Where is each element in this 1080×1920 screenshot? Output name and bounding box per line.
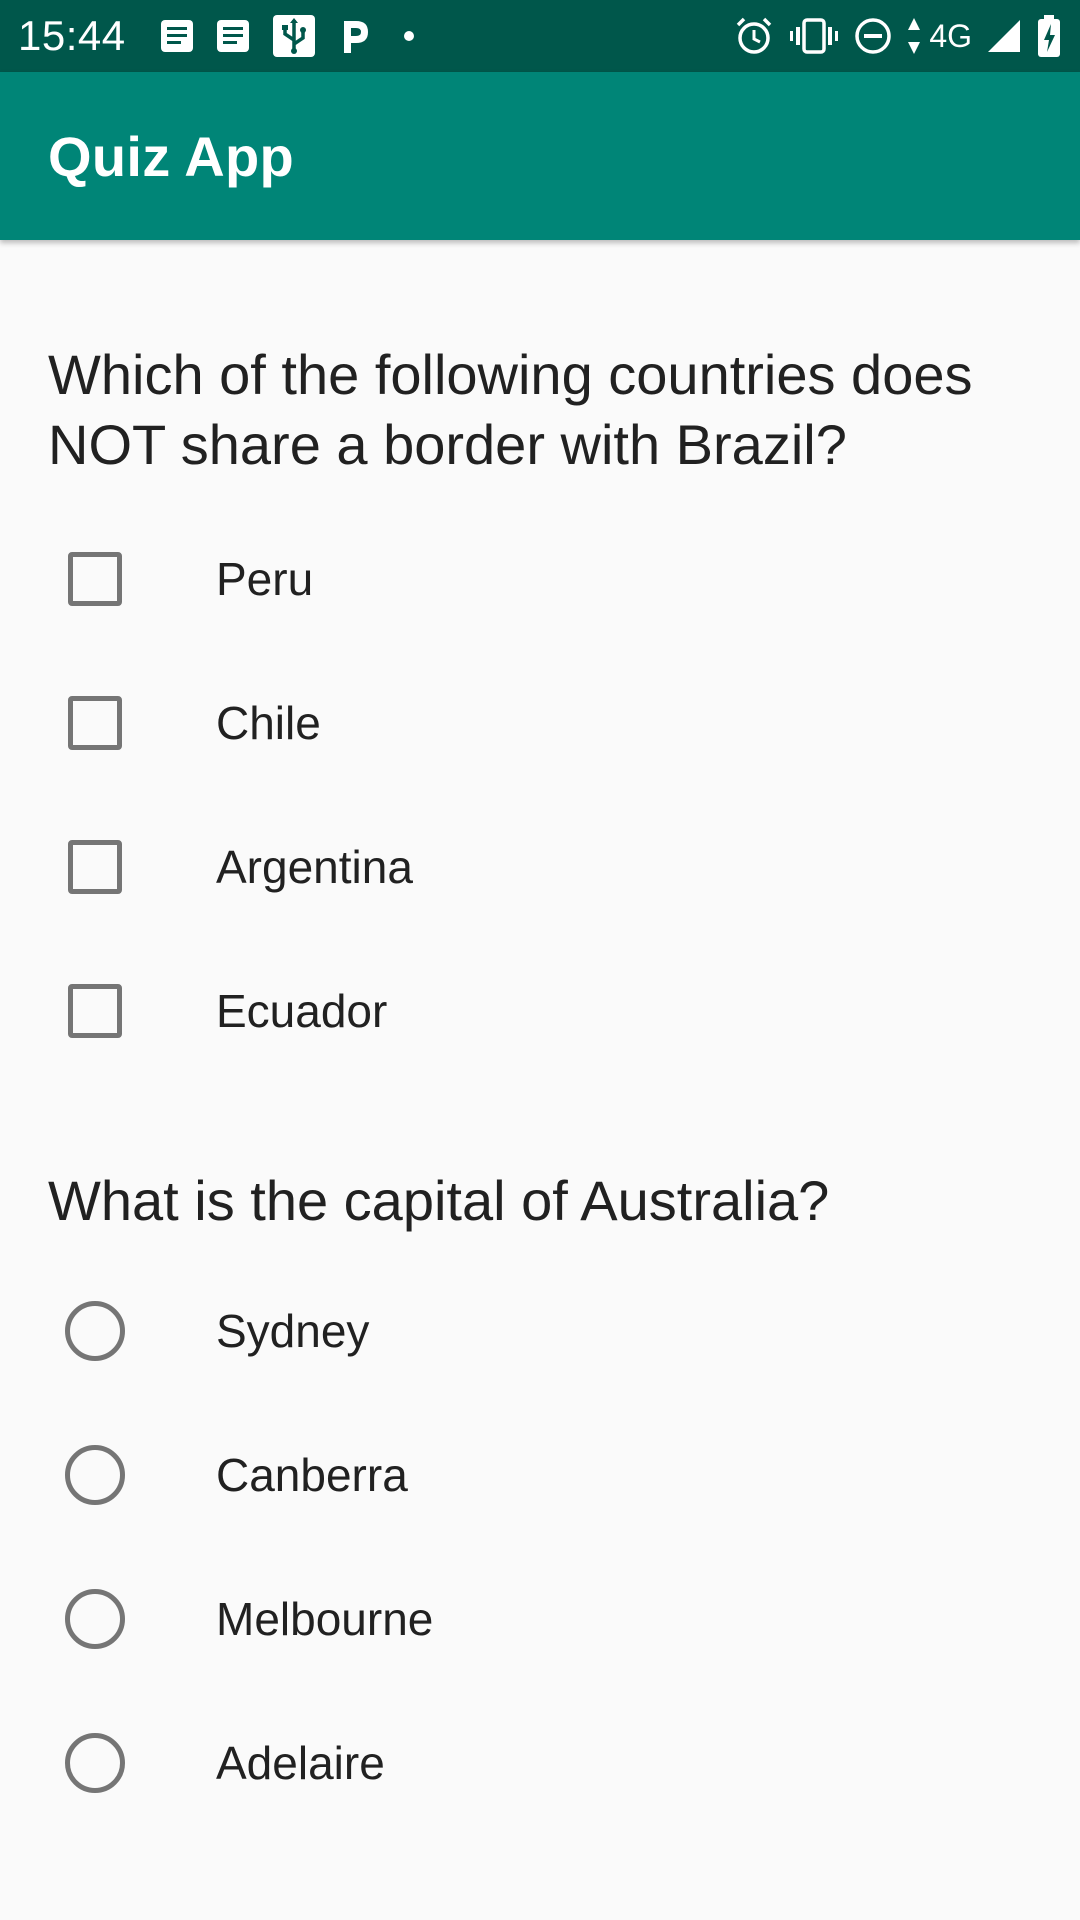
option-label: Sydney [216, 1305, 370, 1357]
option-label: Chile [216, 697, 321, 749]
radio-option-canberra[interactable]: Canberra [0, 1415, 1080, 1535]
notes-icon [216, 19, 250, 53]
checkbox[interactable] [68, 984, 122, 1038]
option-label: Peru [216, 553, 314, 605]
radio-option-adelaire[interactable]: Adelaire [0, 1703, 1080, 1823]
dot-icon [394, 21, 424, 51]
do-not-disturb-icon [853, 16, 893, 56]
battery-charging-icon [1036, 14, 1062, 58]
checkbox-option-chile[interactable]: Chile [0, 663, 1080, 783]
checkbox-option-peru[interactable]: Peru [0, 519, 1080, 639]
status-bar: 15:44 4G [0, 0, 1080, 72]
option-label: Adelaire [216, 1737, 385, 1789]
checkbox[interactable] [68, 696, 122, 750]
notes-icon [160, 19, 194, 53]
radio-button[interactable] [65, 1445, 125, 1505]
status-notification-icons [160, 14, 424, 58]
parking-icon [338, 17, 372, 55]
alarm-icon [733, 15, 775, 57]
status-system-icons: 4G [733, 14, 1062, 58]
checkbox-option-argentina[interactable]: Argentina [0, 807, 1080, 927]
question-2-text: What is the capital of Australia? [48, 1169, 830, 1232]
status-time: 15:44 [18, 12, 126, 59]
checkbox-option-ecuador[interactable]: Ecuador [0, 951, 1080, 1071]
radio-option-melbourne[interactable]: Melbourne [0, 1559, 1080, 1679]
radio-button[interactable] [65, 1589, 125, 1649]
radio-option-sydney[interactable]: Sydney [0, 1271, 1080, 1391]
vibrate-icon [789, 16, 839, 56]
app-title: Quiz App [48, 124, 295, 188]
checkbox[interactable] [68, 840, 122, 894]
option-label: Ecuador [216, 985, 388, 1037]
question-1-text: Which of the following countries does NO… [48, 343, 973, 476]
network-type-label: 4G [929, 17, 972, 54]
usb-icon [272, 14, 316, 58]
data-arrows-icon [907, 16, 921, 56]
option-label: Canberra [216, 1449, 408, 1501]
app-bar: Quiz App [0, 72, 1080, 240]
option-label: Melbourne [216, 1593, 434, 1645]
signal-icon [986, 18, 1022, 54]
checkbox[interactable] [68, 552, 122, 606]
option-label: Argentina [216, 841, 413, 893]
radio-button[interactable] [65, 1733, 125, 1793]
radio-button[interactable] [65, 1301, 125, 1361]
